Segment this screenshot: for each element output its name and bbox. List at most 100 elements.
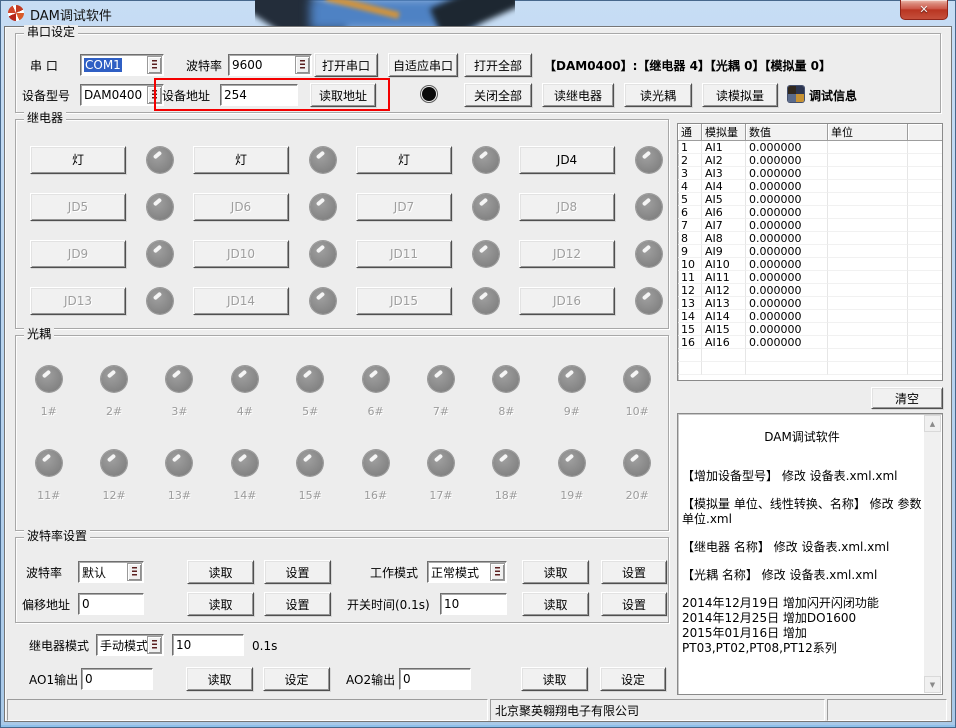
read-analog-button[interactable]: 读模拟量 bbox=[702, 83, 778, 107]
analog-table-row[interactable]: 11AI110.000000 bbox=[678, 271, 942, 284]
work-mode-set-button[interactable]: 设置 bbox=[601, 560, 667, 584]
relay-mode-dropdown-icon[interactable] bbox=[147, 636, 162, 654]
relay-button[interactable]: 灯 bbox=[193, 146, 289, 174]
relay-button[interactable]: JD14 bbox=[193, 287, 289, 315]
analog-table-row[interactable]: 4AI40.000000 bbox=[678, 180, 942, 193]
analog-table-empty-row bbox=[678, 349, 942, 362]
read-opto-button[interactable]: 读光耦 bbox=[624, 83, 692, 107]
analog-table-row[interactable]: 9AI90.000000 bbox=[678, 245, 942, 258]
opto-indicator-lamp bbox=[232, 450, 258, 476]
analog-table-row[interactable]: 1AI10.000000 bbox=[678, 141, 942, 154]
analog-table-row[interactable]: 7AI70.000000 bbox=[678, 219, 942, 232]
open-all-button[interactable]: 打开全部 bbox=[464, 53, 532, 77]
read-address-button[interactable]: 读取地址 bbox=[310, 83, 376, 107]
relay-button[interactable]: 灯 bbox=[30, 146, 126, 174]
ao2-read-button[interactable]: 读取 bbox=[521, 667, 588, 691]
relay-indicator-lamp bbox=[452, 241, 519, 267]
relay-button[interactable]: JD10 bbox=[193, 240, 289, 268]
analog-table-cell: 0.000000 bbox=[746, 219, 828, 232]
offset-set-button[interactable]: 设置 bbox=[264, 592, 331, 616]
offset-read-button[interactable]: 读取 bbox=[187, 592, 254, 616]
open-serial-button[interactable]: 打开串口 bbox=[314, 53, 378, 77]
relay-button[interactable]: JD12 bbox=[519, 240, 615, 268]
close-button[interactable]: ✕ bbox=[900, 0, 948, 20]
adaptive-serial-button[interactable]: 自适应串口 bbox=[388, 53, 458, 77]
ao2-set-button[interactable]: 设定 bbox=[600, 667, 666, 691]
relay-time-input[interactable] bbox=[172, 634, 244, 656]
port-dropdown-icon[interactable] bbox=[147, 56, 162, 74]
work-mode-dropdown-icon[interactable] bbox=[490, 563, 505, 581]
relay-button[interactable]: JD6 bbox=[193, 193, 289, 221]
work-mode-read-button[interactable]: 读取 bbox=[522, 560, 589, 584]
ao1-read-button[interactable]: 读取 bbox=[186, 667, 253, 691]
analog-table-row[interactable]: 2AI20.000000 bbox=[678, 154, 942, 167]
baud-settings-title: 波特率设置 bbox=[24, 529, 90, 543]
opto-group-title: 光耦 bbox=[24, 327, 54, 341]
info-scrollbar[interactable]: ▲ ▼ bbox=[924, 415, 941, 693]
analog-table-row[interactable]: 3AI30.000000 bbox=[678, 167, 942, 180]
analog-column-header[interactable]: 通 bbox=[678, 124, 702, 141]
offset-input[interactable] bbox=[78, 593, 144, 615]
opto-indicator-lamp bbox=[559, 450, 585, 476]
relay-button[interactable]: JD8 bbox=[519, 193, 615, 221]
analog-table-cell: 0.000000 bbox=[746, 336, 828, 349]
scroll-down-icon[interactable]: ▼ bbox=[924, 676, 941, 693]
relay-button[interactable]: JD11 bbox=[356, 240, 452, 268]
model-combobox[interactable]: DAM0400 bbox=[80, 84, 164, 106]
ao2-input[interactable] bbox=[399, 668, 471, 690]
relay-button[interactable]: JD4 bbox=[519, 146, 615, 174]
baud-dropdown-icon[interactable] bbox=[295, 56, 310, 74]
analog-column-header[interactable]: 数值 bbox=[746, 124, 828, 141]
analog-column-header[interactable]: 模拟量 bbox=[702, 124, 746, 141]
info-panel[interactable]: DAM调试软件【增加设备型号】 修改 设备表.xml.xml【模拟量 单位、线性… bbox=[677, 413, 943, 695]
ao1-input[interactable] bbox=[81, 668, 153, 690]
analog-table-row[interactable]: 13AI130.000000 bbox=[678, 297, 942, 310]
work-mode-combobox[interactable]: 正常模式 bbox=[427, 561, 507, 583]
analog-table-cell: AI1 bbox=[702, 141, 746, 154]
read-relay-button[interactable]: 读继电器 bbox=[542, 83, 614, 107]
ao1-set-button[interactable]: 设定 bbox=[263, 667, 330, 691]
analog-table-row[interactable]: 10AI100.000000 bbox=[678, 258, 942, 271]
analog-table-cell: 0.000000 bbox=[746, 323, 828, 336]
opto-label: 5# bbox=[302, 405, 318, 418]
titlebar[interactable]: DAM调试软件 ✕ bbox=[0, 0, 956, 26]
baudrate-dropdown-icon[interactable] bbox=[127, 563, 142, 581]
analog-table-row[interactable]: 14AI140.000000 bbox=[678, 310, 942, 323]
relay-button[interactable]: JD13 bbox=[30, 287, 126, 315]
analog-table-row[interactable]: 12AI120.000000 bbox=[678, 284, 942, 297]
switch-time-set-button[interactable]: 设置 bbox=[601, 592, 667, 616]
relay-button[interactable]: JD5 bbox=[30, 193, 126, 221]
switch-time-input[interactable] bbox=[440, 593, 507, 615]
relay-indicator-lamp bbox=[615, 147, 682, 173]
baudrate-read-button[interactable]: 读取 bbox=[187, 560, 254, 584]
analog-column-header[interactable] bbox=[908, 124, 942, 141]
analog-table-cell bbox=[908, 245, 942, 258]
baudrate-combobox[interactable]: 默认 bbox=[78, 561, 144, 583]
port-combobox[interactable]: COM1 bbox=[80, 54, 164, 76]
relay-button[interactable]: JD7 bbox=[356, 193, 452, 221]
close-all-button[interactable]: 关闭全部 bbox=[464, 83, 532, 107]
analog-table-row[interactable]: 15AI150.000000 bbox=[678, 323, 942, 336]
relay-button[interactable]: JD16 bbox=[519, 287, 615, 315]
analog-table-row[interactable]: 16AI160.000000 bbox=[678, 336, 942, 349]
opto-channel: 4# bbox=[212, 366, 277, 450]
relay-button[interactable]: JD15 bbox=[356, 287, 452, 315]
relay-mode-combobox[interactable]: 手动模式 bbox=[96, 634, 164, 656]
model-value: DAM0400 bbox=[84, 88, 142, 102]
scroll-up-icon[interactable]: ▲ bbox=[924, 415, 941, 432]
analog-column-header[interactable]: 单位 bbox=[828, 124, 908, 141]
changelog-line: 2014年12月19日 增加闪开闪闭功能 bbox=[682, 596, 922, 611]
baud-label: 波特率 bbox=[186, 59, 222, 73]
analog-table-row[interactable]: 5AI50.000000 bbox=[678, 193, 942, 206]
relay-button[interactable]: JD9 bbox=[30, 240, 126, 268]
analog-table-cell: AI8 bbox=[702, 232, 746, 245]
address-input[interactable] bbox=[220, 84, 298, 106]
baudrate-set-button[interactable]: 设置 bbox=[264, 560, 331, 584]
clear-button[interactable]: 清空 bbox=[871, 387, 943, 409]
analog-table-row[interactable]: 6AI60.000000 bbox=[678, 206, 942, 219]
baud-combobox[interactable]: 9600 bbox=[228, 54, 312, 76]
analog-table-cell bbox=[908, 258, 942, 271]
switch-time-read-button[interactable]: 读取 bbox=[522, 592, 589, 616]
relay-button[interactable]: 灯 bbox=[356, 146, 452, 174]
analog-table-row[interactable]: 8AI80.000000 bbox=[678, 232, 942, 245]
